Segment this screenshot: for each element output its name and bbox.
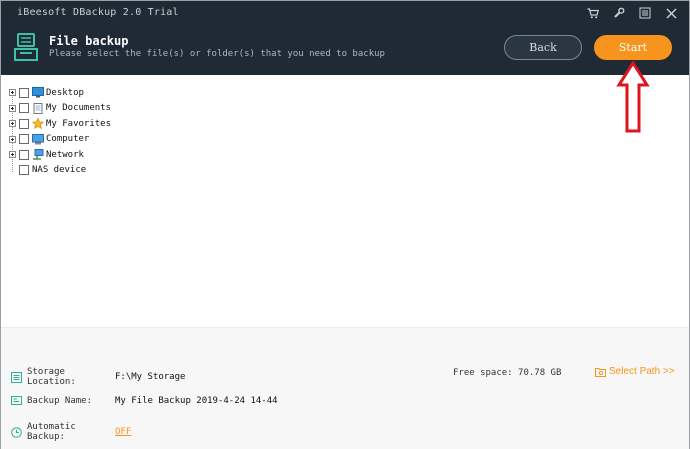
select-path-link[interactable]: Select Path >> xyxy=(595,366,675,377)
expand-icon[interactable] xyxy=(9,151,16,159)
automatic-backup-label: Automatic Backup: xyxy=(27,422,76,442)
expand-icon[interactable] xyxy=(9,120,16,128)
backup-name-label: Backup Name: xyxy=(27,395,93,406)
cart-icon[interactable] xyxy=(587,7,599,19)
wrench-icon[interactable] xyxy=(613,7,625,19)
tree-item-my-favorites[interactable]: My Favorites xyxy=(9,116,111,132)
storage-icon xyxy=(11,371,22,383)
tree-item-label: Computer xyxy=(46,134,90,145)
documents-checkbox[interactable] xyxy=(19,103,29,114)
network-checkbox[interactable] xyxy=(19,149,29,160)
header-bar: iBeesoft DBackup 2.0 Trial File backup P… xyxy=(1,1,689,75)
file-backup-icon xyxy=(13,33,39,63)
file-tree: Desktop My Documents My Favorites Comput… xyxy=(9,85,111,178)
tree-item-nas-device[interactable]: NAS device xyxy=(9,163,111,179)
backup-name-icon xyxy=(11,395,22,406)
computer-icon xyxy=(32,133,44,145)
backup-name-row: Backup Name: My File Backup 2019-4-24 14… xyxy=(11,395,278,406)
page-subtitle: Please select the file(s) or folder(s) t… xyxy=(49,49,385,59)
footer-panel: Storage Location: F:\My Storage Free spa… xyxy=(1,327,689,449)
tree-item-network[interactable]: Network xyxy=(9,147,111,163)
folder-search-icon xyxy=(595,367,606,377)
storage-location-value: F:\My Storage xyxy=(115,372,186,382)
storage-location-label: Storage Location: xyxy=(27,367,76,387)
page-title: File backup xyxy=(49,34,129,48)
free-space-text: Free space: 70.78 GB xyxy=(453,368,562,378)
start-button[interactable]: Start xyxy=(594,35,672,60)
favorites-checkbox[interactable] xyxy=(19,118,29,129)
tree-item-label: Network xyxy=(46,149,84,160)
up-arrow-annotation xyxy=(616,61,650,133)
backup-name-value[interactable]: My File Backup 2019-4-24 14-44 xyxy=(115,396,278,406)
tree-item-label: My Documents xyxy=(46,103,112,114)
window-controls xyxy=(587,7,677,19)
network-icon xyxy=(32,149,44,160)
tree-item-label: Desktop xyxy=(46,87,84,98)
tree-item-label: NAS device xyxy=(32,165,87,176)
nas-checkbox[interactable] xyxy=(19,165,29,176)
menu-icon[interactable] xyxy=(639,7,651,19)
tree-item-computer[interactable]: Computer xyxy=(9,132,111,148)
storage-location-row: Storage Location: F:\My Storage xyxy=(11,367,185,387)
expand-icon[interactable] xyxy=(9,104,16,112)
app-title: iBeesoft DBackup 2.0 Trial xyxy=(17,7,179,18)
automatic-backup-toggle[interactable]: OFF xyxy=(115,427,131,437)
app-window: iBeesoft DBackup 2.0 Trial File backup P… xyxy=(0,0,690,449)
desktop-icon xyxy=(32,87,44,98)
star-icon xyxy=(32,118,44,130)
documents-icon xyxy=(32,102,44,114)
automatic-backup-row: Automatic Backup: OFF xyxy=(11,422,131,442)
back-button[interactable]: Back xyxy=(504,35,582,60)
expand-icon[interactable] xyxy=(9,89,16,97)
desktop-checkbox[interactable] xyxy=(19,87,29,98)
tree-item-my-documents[interactable]: My Documents xyxy=(9,101,111,117)
tree-item-label: My Favorites xyxy=(46,118,112,129)
computer-checkbox[interactable] xyxy=(19,134,29,145)
tree-item-desktop[interactable]: Desktop xyxy=(9,85,111,101)
clock-icon xyxy=(11,426,22,438)
select-path-label: Select Path >> xyxy=(609,366,675,377)
close-icon[interactable] xyxy=(665,7,677,19)
expand-icon[interactable] xyxy=(9,135,16,143)
